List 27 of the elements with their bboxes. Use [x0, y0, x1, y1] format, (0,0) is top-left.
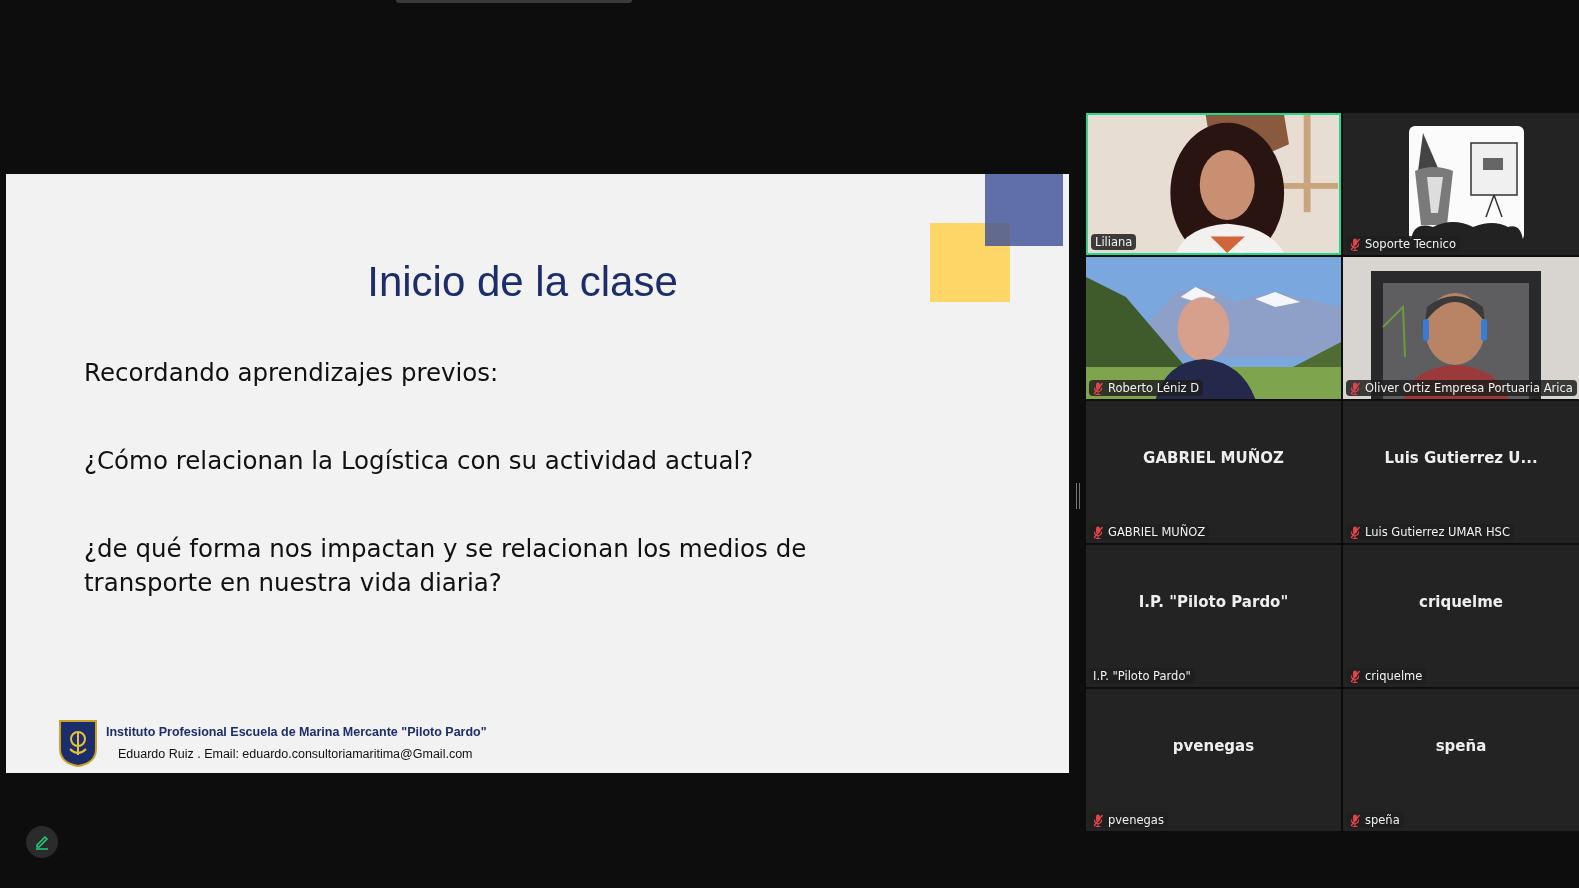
slide-text: ¿de qué forma nos impactan y se relacionan los medios de transporte en nuestra vida diaria? [84, 533, 808, 599]
participant-name: Oliver Ortiz Empresa Portuaria Arica [1365, 381, 1573, 395]
participant-name: Luis Gutierrez UMAR HSC [1365, 525, 1510, 539]
participant-name: speña [1365, 813, 1400, 827]
participant-name: Liliana [1095, 235, 1133, 249]
slide-text: Recordando aprendizajes previos: [84, 357, 500, 389]
participant-name: pvenegas [1108, 813, 1164, 827]
contact-text: Eduardo Ruiz . Email: eduardo.consultoriamaritima@Gmail.com [118, 747, 474, 761]
participant-name: speña [1435, 737, 1487, 755]
pencil-icon [34, 834, 50, 850]
participant-name: GABRIEL MUÑOZ [1108, 525, 1206, 539]
participant-name: Roberto Léniz D [1108, 381, 1200, 395]
participant-name: pvenegas [1172, 737, 1255, 755]
participant-name: I.P. "Piloto Pardo" [1093, 669, 1191, 683]
participant-name: criquelme [1365, 669, 1423, 683]
top-bar-handle[interactable] [396, 0, 632, 3]
participant-name: criquelme [1419, 593, 1503, 611]
annotate-button[interactable] [26, 826, 58, 858]
participant-name: Luis Gutierrez U... [1384, 449, 1538, 467]
splitter-handle[interactable] [1076, 483, 1080, 509]
participant-name: I.P. "Piloto Pardo" [1138, 593, 1289, 611]
slide-text: ¿Cómo relacionan la Logística con su actividad actual? [84, 445, 755, 477]
participant-name: Soporte Tecnico [1365, 237, 1456, 251]
institution-name: Instituto Profesional Escuela de Marina Mercante "Piloto Pardo" [106, 725, 487, 739]
slide-title: Inicio de la clase [367, 258, 679, 306]
shield-logo-icon [58, 719, 98, 767]
participant-name: GABRIEL MUÑOZ [1143, 449, 1284, 467]
